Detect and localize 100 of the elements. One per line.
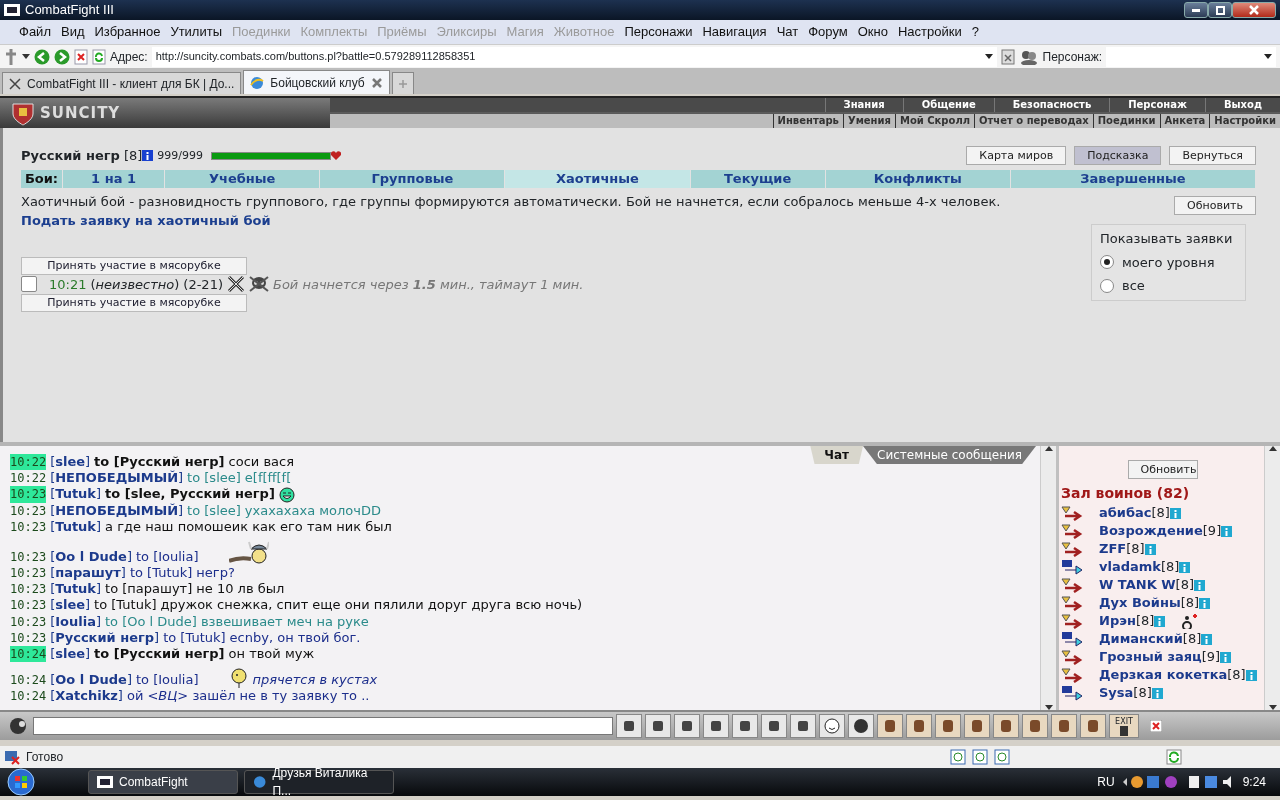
exit-button[interactable]: EXIT: [1109, 714, 1139, 738]
taskbar-button[interactable]: Друзья Виталика П...: [244, 770, 394, 794]
page-icon[interactable]: [1000, 48, 1015, 65]
sender-name[interactable]: [Ioulia]: [50, 613, 101, 630]
back-icon[interactable]: [34, 48, 50, 65]
user-name[interactable]: Sysa: [1099, 683, 1134, 703]
sender-name[interactable]: [Tutuk]: [50, 486, 102, 503]
apply-link[interactable]: Подать заявку на хаотичный бой: [21, 213, 271, 228]
private-message-icon[interactable]: [1061, 559, 1083, 575]
private-message-icon[interactable]: [1061, 505, 1083, 521]
battle-tab[interactable]: Хаотичные: [505, 169, 691, 188]
nav-button[interactable]: Подсказка: [1074, 146, 1162, 166]
user-name[interactable]: Ирэн: [1099, 611, 1136, 631]
sender-name[interactable]: [НЕПОБЕДЫМЫЙ]: [50, 502, 184, 519]
menu-item[interactable]: ?: [966, 22, 984, 42]
private-message-icon[interactable]: [1061, 667, 1083, 683]
user-name[interactable]: vladamk: [1099, 557, 1161, 577]
stop-icon[interactable]: [74, 48, 88, 65]
user-name[interactable]: абибас: [1099, 503, 1152, 523]
recipient-text[interactable]: to [Ioulia]: [135, 672, 199, 689]
private-message-icon[interactable]: [1061, 523, 1083, 539]
clock-icon[interactable]: [950, 749, 966, 765]
address-field[interactable]: http://suncity.combats.com/buttons.pl?battle=0.579289112858351: [151, 46, 997, 67]
menu-item[interactable]: Утилиты: [165, 22, 227, 42]
menu-item[interactable]: Персонажи: [619, 22, 698, 42]
document-icon[interactable]: [972, 749, 988, 765]
recipient-text[interactable]: to [Tutuk]: [94, 597, 157, 614]
user-name[interactable]: Грозный заяц: [1099, 647, 1202, 667]
nav-button[interactable]: Карта миров: [966, 146, 1067, 166]
sender-name[interactable]: [Xatchikz]: [50, 688, 123, 705]
recipient-text[interactable]: to [slee, Русский негр]: [105, 486, 275, 503]
radio-button[interactable]: [1100, 278, 1114, 293]
user-name[interactable]: Возрождение: [1099, 521, 1203, 541]
recipient-text[interactable]: to [парашут]: [105, 581, 193, 598]
menu-item[interactable]: Вид: [55, 22, 90, 42]
private-message-icon[interactable]: [1061, 613, 1083, 629]
radio-button[interactable]: [21, 276, 37, 293]
language-indicator[interactable]: RU: [1097, 773, 1115, 791]
taskbar-button[interactable]: CombatFight: [88, 770, 238, 794]
scrollbar[interactable]: [1040, 446, 1056, 710]
menu-item[interactable]: Чат: [771, 22, 804, 42]
scroll-up-icon[interactable]: [1268, 446, 1277, 451]
maximize-button[interactable]: [1208, 2, 1232, 18]
nav-link[interactable]: Знания: [824, 98, 903, 112]
private-message-icon[interactable]: [1061, 685, 1083, 701]
refresh-button[interactable]: Обновить: [1174, 195, 1256, 215]
chat-tab[interactable]: Чат: [810, 446, 864, 464]
recipient-text[interactable]: to [slee]: [187, 502, 241, 519]
dropdown-arrow-icon[interactable]: [984, 53, 993, 60]
scrollbar[interactable]: [1264, 446, 1280, 710]
battle-tab[interactable]: Завершенные: [1010, 169, 1256, 188]
nav-link[interactable]: Выход: [1204, 98, 1280, 112]
sender-name[interactable]: [slee]: [50, 454, 91, 471]
sender-name[interactable]: [slee]: [50, 646, 91, 663]
recipient-text[interactable]: to [Oo l Dude]: [105, 613, 197, 630]
battle-tab[interactable]: Учебные: [165, 169, 321, 188]
user-name[interactable]: ZFF: [1099, 539, 1127, 559]
refresh-icon[interactable]: [1166, 749, 1182, 765]
recipient-text[interactable]: to [slee]: [187, 470, 241, 487]
nav-button[interactable]: Вернуться: [1169, 146, 1256, 166]
sender-name[interactable]: [Русский негр]: [50, 629, 160, 647]
menu-item[interactable]: Окно: [852, 22, 893, 42]
close-icon[interactable]: [1150, 720, 1162, 732]
close-icon[interactable]: [370, 76, 383, 89]
menu-item[interactable]: Навигация: [697, 22, 772, 42]
menu-item[interactable]: Настройки: [892, 22, 967, 42]
radio-button[interactable]: [1100, 255, 1114, 270]
user-name[interactable]: W TANK W: [1099, 575, 1176, 595]
forward-icon[interactable]: [54, 48, 70, 65]
browser-tab[interactable]: CombatFight III - клиент для БК | До...: [2, 72, 242, 94]
battle-tab[interactable]: Текущие: [690, 169, 826, 188]
recipient-text[interactable]: to [Русский негр]: [94, 454, 225, 471]
nav-link[interactable]: Персонаж: [1109, 98, 1205, 112]
sender-name[interactable]: [Tutuk]: [50, 581, 102, 598]
smiley-icon[interactable]: [824, 718, 840, 734]
user-name[interactable]: Дух Войны: [1099, 593, 1181, 613]
image-icon[interactable]: [994, 749, 1010, 765]
minimize-icon[interactable]: [1192, 8, 1200, 12]
people-icon[interactable]: [1018, 48, 1039, 65]
nav-link[interactable]: Общение: [902, 98, 994, 112]
scroll-up-icon[interactable]: [1044, 446, 1053, 451]
private-message-icon[interactable]: [1061, 577, 1083, 593]
user-name[interactable]: Дерзкая кокетка: [1099, 665, 1228, 685]
recipient-text[interactable]: to [Ioulia]: [135, 548, 199, 565]
recipient-text[interactable]: to [Tutuk]: [163, 629, 226, 647]
maximize-icon[interactable]: [1215, 5, 1225, 15]
sender-name[interactable]: [slee]: [50, 597, 91, 614]
chat-tab[interactable]: Системные сообщения: [863, 446, 1036, 464]
private-message-icon[interactable]: [1061, 649, 1083, 665]
minimize-button[interactable]: [1184, 2, 1208, 18]
sender-name[interactable]: [Oo l Dude]: [50, 672, 132, 689]
close-button[interactable]: [1232, 2, 1276, 18]
refresh-button[interactable]: Обновить: [1127, 460, 1198, 479]
sender-name[interactable]: [парашут]: [50, 565, 126, 582]
recipient-text[interactable]: to [Русский негр]: [94, 646, 225, 663]
door-icon[interactable]: [1120, 725, 1128, 736]
chat-input[interactable]: [33, 717, 613, 735]
info-icon[interactable]: [142, 150, 154, 162]
browser-tab[interactable]: Бойцовский клуб: [243, 70, 390, 94]
sender-name[interactable]: [Tutuk]: [50, 518, 102, 535]
